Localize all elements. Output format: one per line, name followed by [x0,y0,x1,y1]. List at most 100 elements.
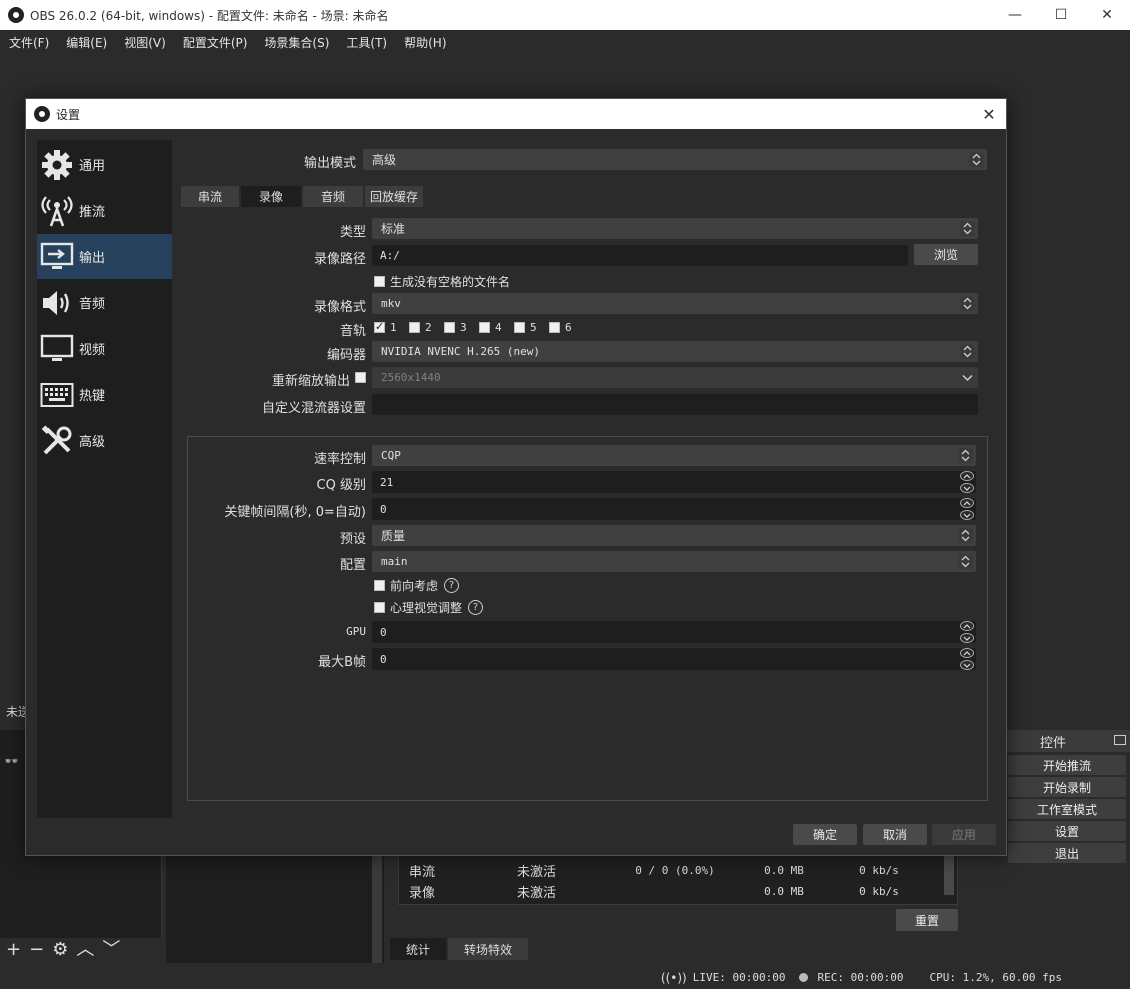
tab-streaming[interactable]: 串流 [181,186,239,207]
spin-buttons [960,471,976,493]
sidebar-item-general[interactable]: 通用 [37,142,172,187]
cq-level-spinbox[interactable]: 21 [372,471,976,493]
settings-button[interactable]: 设置 [1008,821,1126,841]
spin-up-icon[interactable] [960,471,974,481]
add-scene-icon[interactable]: + [6,941,21,959]
rate-control-select[interactable]: CQP [372,445,976,466]
max-bframes-spinbox[interactable]: 0 [372,648,976,670]
checkbox-box[interactable] [479,322,490,333]
tab-audio[interactable]: 音频 [303,186,363,207]
tab-transitions[interactable]: 转场特效 [448,938,529,960]
exit-button[interactable]: 退出 [1008,843,1126,863]
checkbox-box[interactable] [374,320,385,333]
preset-label: 预设 [339,532,366,547]
scene-properties-icon[interactable]: ⚙ [52,941,68,959]
no-space-filename-checkbox[interactable]: 生成没有空格的文件名 [374,273,510,290]
track-label: 2 [425,321,432,334]
checkbox-box[interactable] [374,276,385,287]
track-4-checkbox[interactable]: 4 [479,321,502,334]
sidebar-item-video[interactable]: 视频 [37,326,172,371]
scene-visibility-icon[interactable]: 👓 [4,754,22,768]
menu-file[interactable]: 文件(F) [0,34,57,51]
move-up-icon[interactable]: ︿ [76,941,94,959]
maximize-icon[interactable]: ☐ [1038,0,1084,30]
spin-down-icon[interactable] [960,660,974,670]
lookahead-label: 前向考虑 [390,579,439,593]
float-dock-icon[interactable] [1114,735,1126,745]
sidebar-item-stream[interactable]: 推流 [37,188,172,233]
menu-help[interactable]: 帮助(H) [395,34,454,51]
sidebar-item-audio[interactable]: 音频 [37,280,172,325]
lookahead-checkbox[interactable]: 前向考虑 ? [374,577,460,594]
rec-status: REC: 00:00:00 [799,971,904,984]
stats-reset-button[interactable]: 重置 [896,909,958,931]
checkbox-box[interactable] [374,580,385,591]
checkbox-box[interactable] [444,322,455,333]
type-select[interactable]: 标准 [372,218,978,239]
checkbox-box[interactable] [355,372,366,383]
track-2-checkbox[interactable]: 2 [409,321,432,334]
checkbox-box[interactable] [409,322,420,333]
checkbox-box[interactable] [514,322,525,333]
rescale-output-checkbox[interactable] [355,372,371,383]
tab-stats[interactable]: 统计 [390,938,447,960]
help-icon[interactable]: ? [444,578,460,593]
muxer-settings-input[interactable] [372,394,978,415]
minimize-icon[interactable]: — [992,0,1038,30]
spin-up-icon[interactable] [960,498,974,508]
start-recording-button[interactable]: 开始录制 [1008,777,1126,797]
menu-profile[interactable]: 配置文件(P) [174,34,256,51]
sidebar-item-hotkeys[interactable]: 热键 [37,372,172,417]
track-label: 6 [565,321,572,334]
studio-mode-button[interactable]: 工作室模式 [1008,799,1126,819]
checkbox-box[interactable] [549,322,560,333]
browse-button[interactable]: 浏览 [914,244,978,265]
spin-up-icon[interactable] [960,621,974,631]
window-controls: — ☐ ✕ [992,0,1130,30]
checkbox-box[interactable] [374,602,385,613]
output-mode-label: 输出模式 [303,156,356,171]
psycho-visual-tuning-checkbox[interactable]: 心理视觉调整 ? [374,599,484,616]
help-icon[interactable]: ? [468,600,484,615]
start-streaming-button[interactable]: 开始推流 [1008,755,1126,775]
gpu-spinbox[interactable]: 0 [372,621,976,643]
encoder-select[interactable]: NVIDIA NVENC H.265 (new) [372,341,978,362]
sources-list[interactable] [166,855,384,963]
ok-button[interactable]: 确定 [793,824,857,845]
recording-format-select[interactable]: mkv [372,293,978,314]
preset-select[interactable]: 质量 [372,525,976,546]
sidebar-item-output[interactable]: 输出 [37,234,172,279]
spin-down-icon[interactable] [960,510,974,520]
spin-down-icon[interactable] [960,483,974,493]
sources-scrollbar[interactable] [372,855,382,963]
track-6-checkbox[interactable]: 6 [549,321,572,334]
stats-scrollbar[interactable] [944,855,954,895]
recording-path-input[interactable]: A:/ [372,245,908,266]
menu-tools[interactable]: 工具(T) [337,34,395,51]
menu-edit[interactable]: 编辑(E) [57,34,115,51]
sidebar-item-advanced[interactable]: 高级 [37,418,172,463]
output-mode-select[interactable]: 高级 [363,149,987,170]
apply-button[interactable]: 应用 [932,824,996,845]
spin-down-icon[interactable] [960,633,974,643]
rate-control-label: 速率控制 [313,452,366,467]
track-3-checkbox[interactable]: 3 [444,321,467,334]
rec-time: REC: 00:00:00 [817,971,904,984]
tab-recording[interactable]: 录像 [241,186,301,207]
profile-select[interactable]: main [372,551,976,572]
remove-scene-icon[interactable]: − [29,941,44,959]
spin-up-icon[interactable] [960,648,974,658]
close-window-icon[interactable]: ✕ [1084,0,1130,30]
cancel-button[interactable]: 取消 [863,824,927,845]
tab-replay-buffer[interactable]: 回放缓存 [365,186,423,207]
menu-view[interactable]: 视图(V) [115,34,174,51]
move-down-icon[interactable]: ﹀ [102,941,120,959]
track-5-checkbox[interactable]: 5 [514,321,537,334]
updown-arrow-icon [958,448,973,463]
track-1-checkbox[interactable]: 1 [374,320,397,334]
keyframe-interval-spinbox[interactable]: 0 [372,498,976,520]
rescale-resolution-select[interactable]: 2560x1440 [372,367,978,388]
dialog-close-icon[interactable]: ✕ [978,103,1000,125]
rescale-resolution-value: 2560x1440 [381,371,441,384]
menu-scene-collection[interactable]: 场景集合(S) [255,34,337,51]
